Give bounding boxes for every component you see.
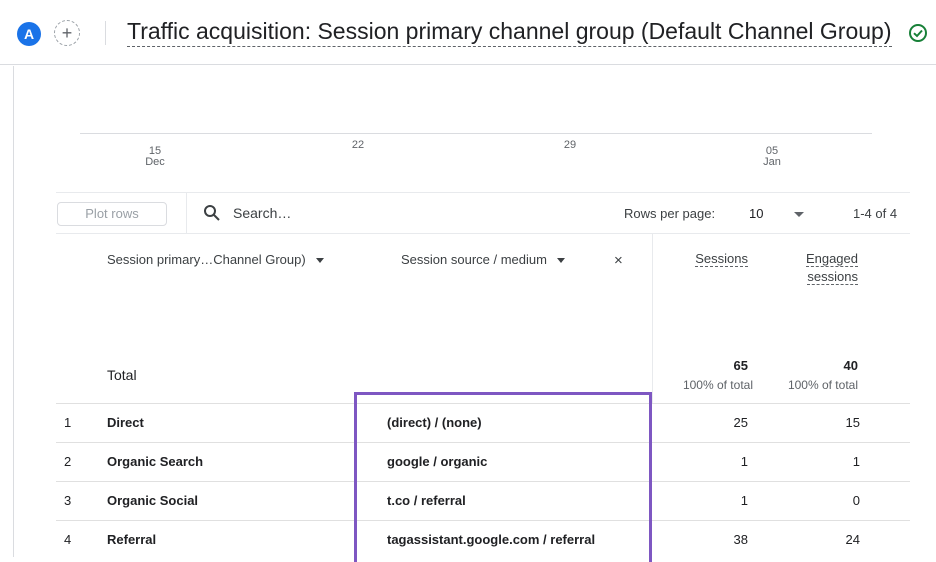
table-row[interactable]: 4 Referral tagassistant.google.com / ref… [56, 520, 910, 559]
x-tick-label: 29 [563, 139, 577, 151]
rows-per-page-select[interactable]: 10 [749, 206, 763, 221]
row-number: 1 [64, 415, 72, 430]
report-header: A + Traffic acquisition: Session primary… [0, 0, 936, 65]
table-row[interactable]: 1 Direct (direct) / (none) 25 15 [56, 403, 910, 442]
row-number: 2 [64, 454, 72, 469]
search-icon[interactable] [203, 204, 221, 222]
toolbar-divider [186, 193, 187, 233]
page-title[interactable]: Traffic acquisition: Session primary cha… [127, 17, 892, 47]
sessions-cell: 25 [733, 415, 748, 430]
sessions-cell: 1 [740, 493, 748, 508]
chevron-down-icon[interactable] [794, 212, 804, 217]
x-tick-label: 15 Dec [145, 145, 165, 168]
total-label: Total [107, 367, 137, 383]
engaged-cell: 15 [845, 415, 860, 430]
engaged-cell: 1 [852, 454, 860, 469]
table-row[interactable]: 3 Organic Social t.co / referral 1 0 [56, 481, 910, 520]
header-divider [105, 21, 106, 45]
x-tick-label: 22 [351, 139, 365, 151]
engaged-cell: 0 [852, 493, 860, 508]
row-number: 3 [64, 493, 72, 508]
chart-axis [80, 133, 872, 134]
column-divider [652, 234, 653, 404]
plot-rows-button[interactable]: Plot rows [57, 202, 167, 226]
source-cell: tagassistant.google.com / referral [387, 532, 596, 547]
engaged-sessions-header[interactable]: Engaged sessions [805, 250, 858, 286]
toolbar-divider [56, 233, 910, 234]
search-input[interactable]: Search… [233, 205, 291, 221]
total-sessions: 65 [733, 358, 748, 373]
pagination-status: 1-4 of 4 [853, 206, 898, 221]
channel-cell: Direct [107, 415, 144, 430]
total-sessions-pct: 100% of total [682, 378, 753, 392]
chevron-down-icon[interactable] [315, 258, 324, 264]
panel-border [13, 66, 14, 557]
check-circle-icon[interactable] [907, 22, 929, 44]
channel-cell: Referral [107, 532, 157, 547]
channel-cell: Organic Social [107, 493, 199, 508]
dimension1-header[interactable]: Session primary…Channel Group) [107, 252, 324, 267]
table-row[interactable]: 2 Organic Search google / organic 1 1 [56, 442, 910, 481]
toolbar-divider [56, 192, 910, 193]
source-cell: google / organic [387, 454, 488, 469]
row-number: 4 [64, 532, 72, 547]
channel-cell: Organic Search [107, 454, 204, 469]
chevron-down-icon[interactable] [556, 258, 565, 264]
comparison-avatar[interactable]: A [17, 22, 41, 46]
remove-dimension-button[interactable]: × [614, 252, 623, 269]
source-cell: (direct) / (none) [387, 415, 482, 430]
sessions-cell: 1 [740, 454, 748, 469]
total-engaged: 40 [843, 358, 858, 373]
rows-per-page-label: Rows per page: [624, 206, 716, 221]
x-tick-label: 05 Jan [763, 145, 781, 168]
total-engaged-pct: 100% of total [787, 378, 858, 392]
source-cell: t.co / referral [387, 493, 466, 508]
sessions-cell: 38 [733, 532, 748, 547]
sessions-header[interactable]: Sessions [695, 250, 748, 268]
dimension2-header[interactable]: Session source / medium [401, 252, 565, 267]
add-comparison-button[interactable]: + [54, 20, 80, 46]
engaged-cell: 24 [845, 532, 860, 547]
